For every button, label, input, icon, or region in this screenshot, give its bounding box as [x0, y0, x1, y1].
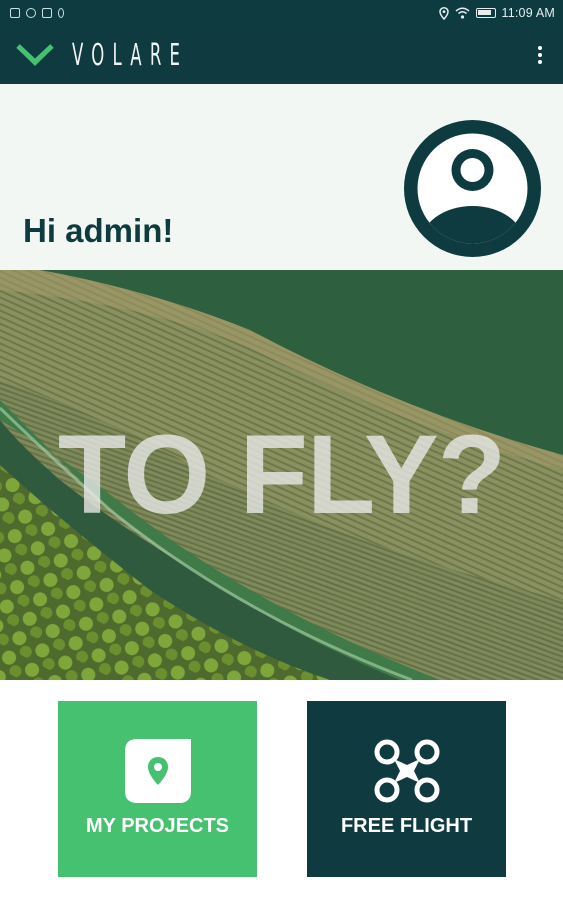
- free-flight-button[interactable]: FREE FLIGHT: [307, 701, 506, 877]
- free-flight-label: FREE FLIGHT: [340, 815, 473, 837]
- menu-dot: [538, 46, 542, 50]
- person-icon: [58, 8, 64, 18]
- drone-icon: [374, 739, 439, 803]
- volare-logo-icon[interactable]: [16, 42, 54, 68]
- map-pin-icon: [124, 739, 191, 803]
- account-circle-icon[interactable]: [404, 120, 541, 257]
- app-bar: VOLARE: [0, 26, 563, 84]
- location-icon: [438, 6, 449, 20]
- wifi-icon: [455, 7, 469, 19]
- status-time: 11:09 AM: [501, 6, 555, 20]
- shield-icon: [26, 8, 36, 18]
- status-right-icons: 11:09 AM: [438, 6, 556, 20]
- greeting-section: Hi admin!: [0, 84, 563, 270]
- brand-name: VOLARE: [72, 37, 189, 73]
- greeting-text: Hi admin!: [23, 212, 174, 249]
- my-projects-button[interactable]: MY PROJECTS: [58, 701, 257, 877]
- youtube-icon: [42, 8, 52, 18]
- menu-dot: [538, 53, 542, 57]
- system-status-bar: 11:09 AM: [0, 0, 563, 26]
- gallery-icon: [10, 8, 20, 18]
- my-projects-label: MY PROJECTS: [86, 815, 229, 837]
- battery-icon: [475, 8, 496, 18]
- menu-dot: [538, 60, 542, 64]
- hero-banner: TO FLY?: [0, 270, 563, 680]
- hero-title: TO FLY?: [57, 412, 506, 537]
- more-vert-icon[interactable]: [531, 44, 549, 66]
- status-left-icons: [10, 8, 64, 18]
